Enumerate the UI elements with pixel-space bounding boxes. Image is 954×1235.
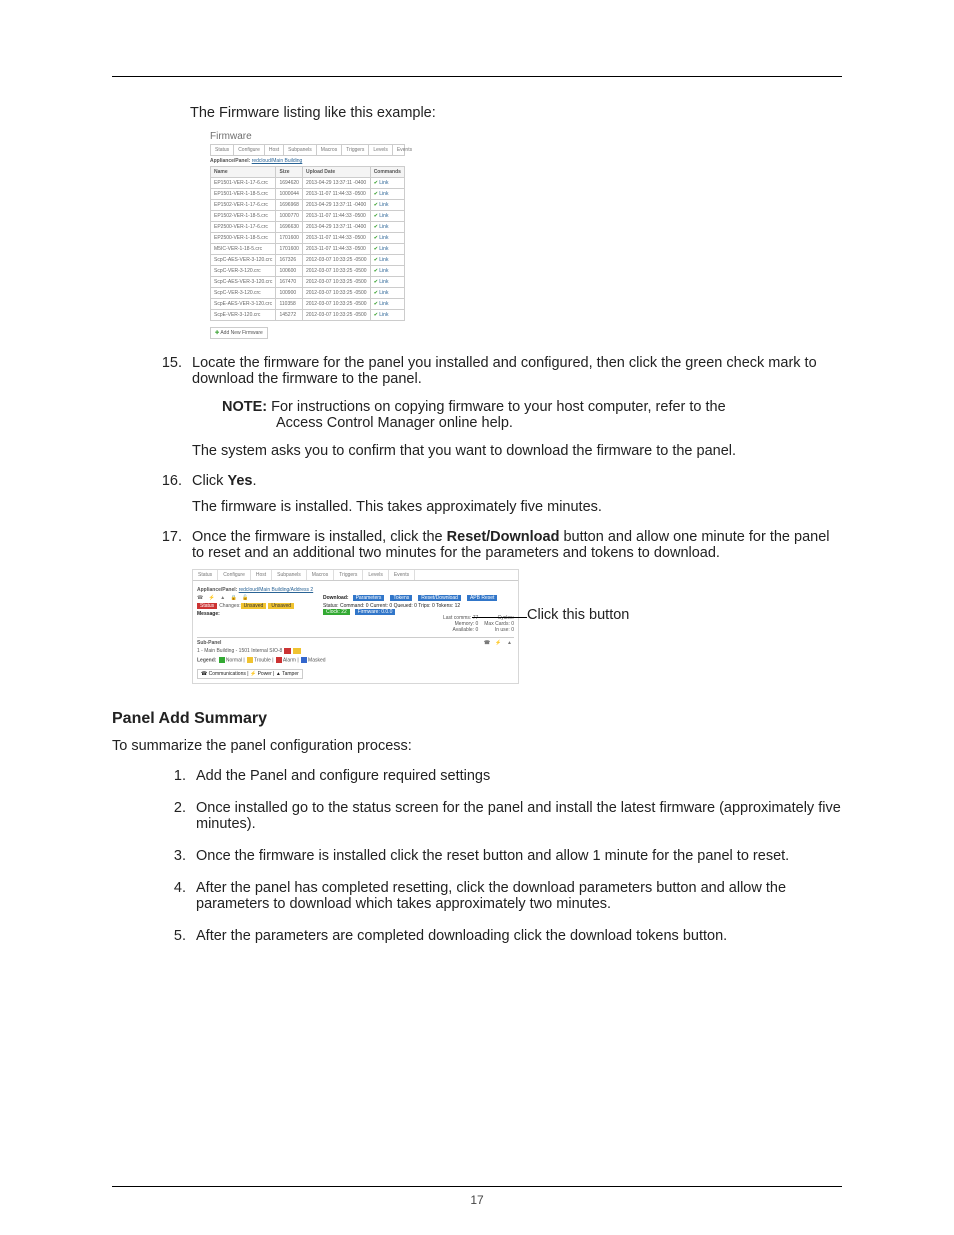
step-16: Click Yes. The firmware is installed. Th… [186,473,842,515]
step-17: Once the firmware is installed, click th… [186,529,842,684]
summary-item: After the panel has completed resetting,… [190,880,842,912]
summary-item: Once the firmware is installed click the… [190,848,842,864]
status-screenshot: StatusConfigureHostSubpanelsMacrosTrigge… [192,569,519,684]
table-row: EP1501-VER-1-18-5.crc10000442013-11-07 1… [211,189,405,200]
summary-item: After the parameters are completed downl… [190,928,842,944]
add-firmware-button[interactable]: ✚ Add New Firmware [210,327,268,339]
summary-item: Add the Panel and configure required set… [190,768,842,784]
firmware-table: NameSizeUpload DateCommands EP1501-VER-1… [210,166,405,321]
table-row: EP1501-VER-1-17-6.crc16946202013-04-29 1… [211,178,405,189]
table-row: EP2500-VER-1-17-6.crc16966302013-04-29 1… [211,222,405,233]
step-15: Locate the firmware for the panel you in… [186,355,842,459]
summary-item: Once installed go to the status screen f… [190,800,842,832]
intro-text: The Firmware listing like this example: [190,105,842,121]
parameters-button[interactable]: Parameters [353,595,385,601]
table-row: ScpC-AES-VER-3-120.crc1673262012-03-07 1… [211,255,405,266]
firmware-screenshot: Firmware StatusConfigureHostSubpanelsMac… [210,131,405,339]
table-row: ScpE-VER-3-120.crc1452722012-03-07 10:33… [211,310,405,321]
page-number: 17 [0,1193,954,1207]
callout-label: Click this button [527,607,629,623]
table-row: ScpE-AES-VER-3-120.crc1103582012-03-07 1… [211,299,405,310]
table-row: ScpC-VER-3-120.crc1006002012-03-07 10:33… [211,266,405,277]
reset-download-button[interactable]: Reset/Download [418,595,461,601]
table-row: EP1502-VER-1-17-6.crc16969682013-04-29 1… [211,200,405,211]
summary-intro: To summarize the panel configuration pro… [112,738,842,754]
firmware-tabs: StatusConfigureHostSubpanelsMacrosTrigge… [210,144,405,156]
table-row: EP1502-VER-1-18-5.crc10007702013-11-07 1… [211,211,405,222]
tokens-button[interactable]: Tokens [390,595,412,601]
summary-heading: Panel Add Summary [112,710,842,728]
table-row: EP2500-VER-1-18-5.crc17016002013-11-07 1… [211,233,405,244]
table-row: ScpC-VER-3-120.crc1009002012-03-07 10:33… [211,288,405,299]
table-row: ScpC-AES-VER-3-120.crc1674702012-03-07 1… [211,277,405,288]
note-block: NOTE: For instructions on copying firmwa… [222,399,842,431]
firmware-title: Firmware [210,131,405,142]
summary-list: Add the Panel and configure required set… [180,768,842,944]
apb-reset-button[interactable]: APB Reset [467,595,497,601]
table-row: M5IC-VER-1-18-5.crc17016002013-11-07 11:… [211,244,405,255]
